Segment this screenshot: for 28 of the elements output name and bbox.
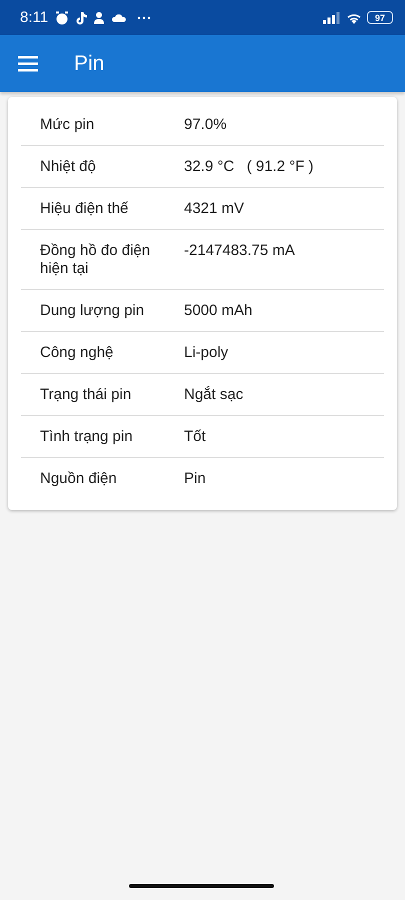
wifi-icon [346,12,362,24]
info-label: Nguồn điện [40,470,118,488]
music-note-icon [74,10,88,24]
more-dots-icon [137,16,152,20]
cloud-icon [112,12,126,22]
alarm-clock-icon [55,10,70,24]
info-label: Tình trạng pin [40,428,134,446]
info-value: 5000 mAh [184,302,254,320]
info-value: 32.9 °C ( 91.2 °F ) [184,158,315,176]
info-label: Công nghệ [40,344,114,362]
status-time: 8:11 [20,9,48,26]
signal-icon [323,12,341,24]
info-value: Pin [184,470,207,488]
info-value: Ngắt sạc [184,386,244,404]
info-value: Tốt [184,428,207,446]
info-value: Li-poly [184,344,230,362]
menu-button[interactable] [18,54,40,72]
info-value: 97.0% [184,116,228,134]
info-label: Hiệu điện thế [40,200,130,218]
info-value: -2147483.75 mA [184,242,296,261]
info-label: Nhiệt độ [40,158,97,176]
info-label: Dung lượng pin [40,302,146,320]
page-title: Pin [74,52,104,76]
battery-indicator: 97 [367,11,393,24]
info-label: Đồng hồ đo điện hiện tại [40,242,152,278]
info-label: Trạng thái pin [40,386,132,404]
info-value: 4321 mV [184,200,246,218]
info-label: Mức pin [40,116,96,134]
